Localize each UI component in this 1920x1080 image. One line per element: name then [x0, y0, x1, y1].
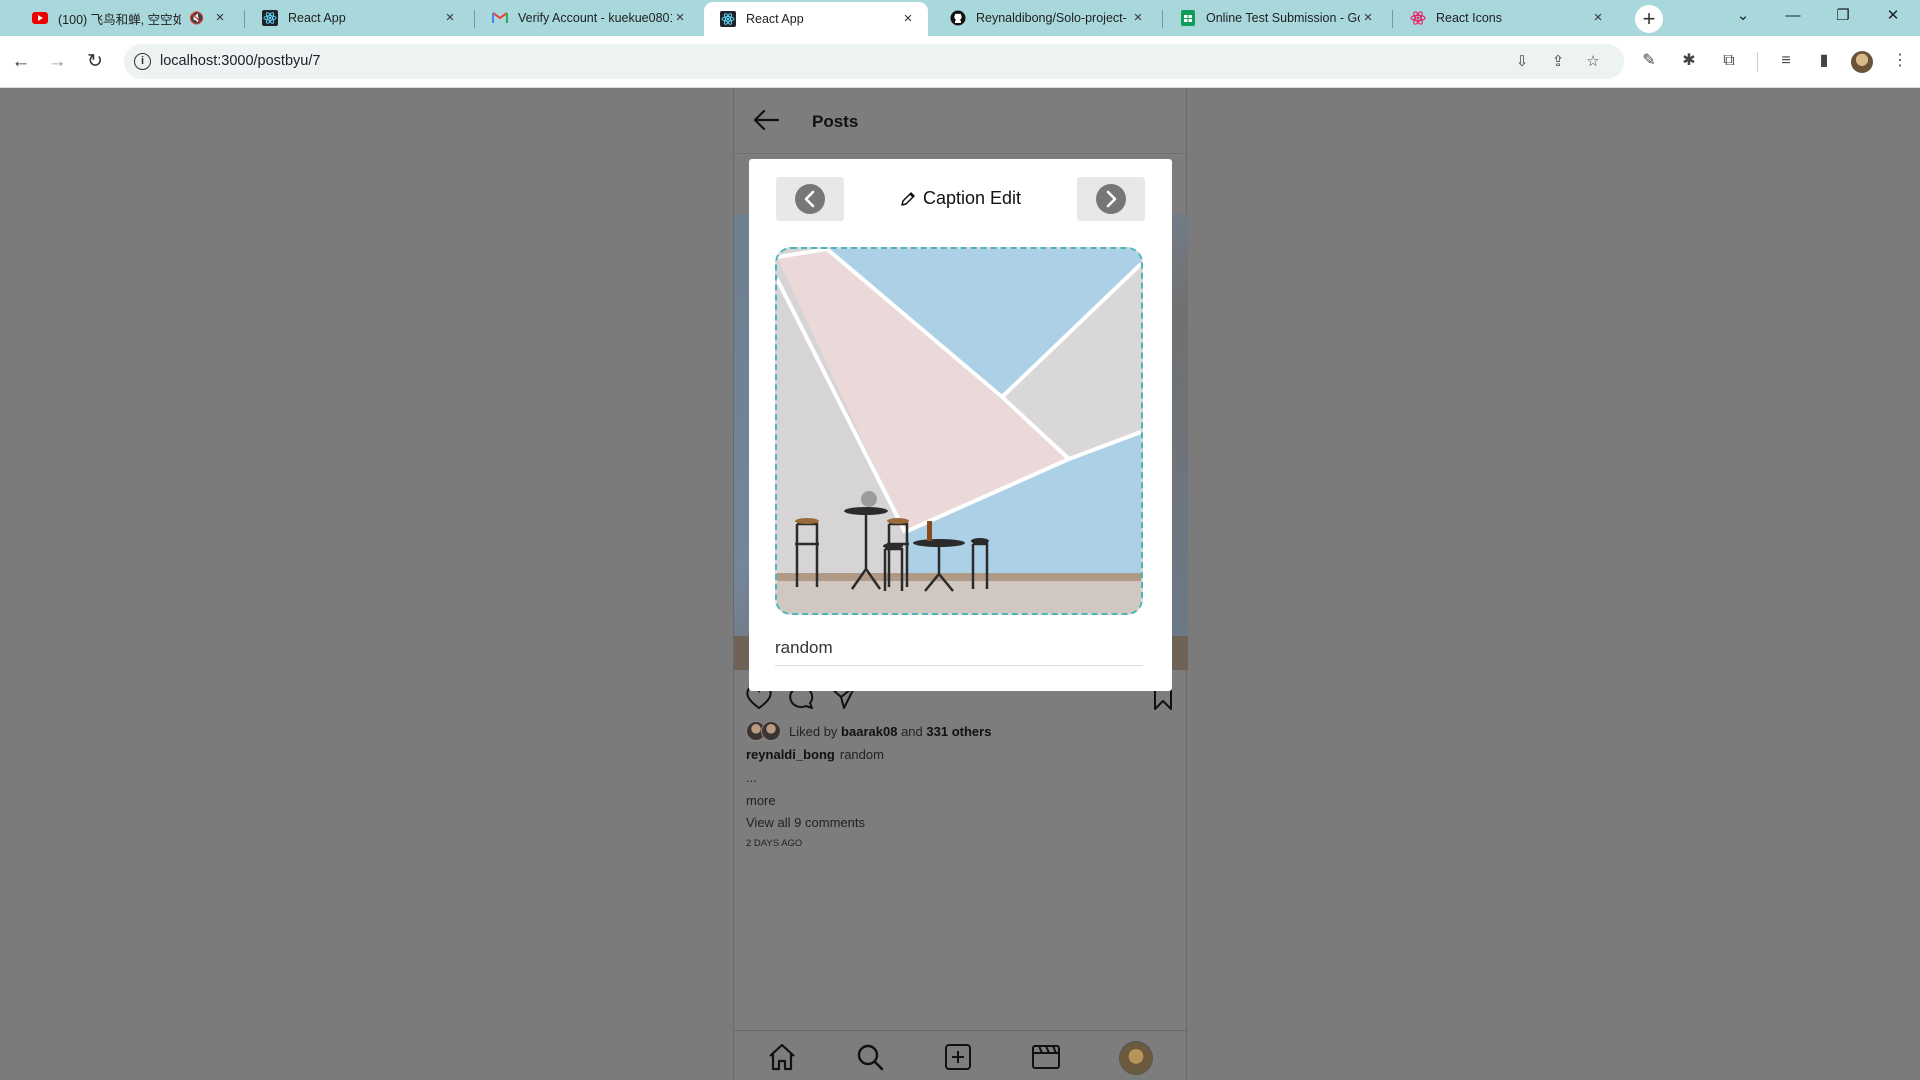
tab-strip: (100) 飞鸟和蝉, 空空如也 🔇 × React App × Verify …	[0, 0, 1920, 36]
menu-kebab-icon[interactable]: ⋮	[1888, 49, 1912, 73]
tab-title: React Icons	[1436, 11, 1503, 25]
site-info-icon[interactable]: i	[134, 53, 151, 70]
pencil-icon	[901, 191, 915, 206]
react-icon	[262, 10, 278, 26]
post-timestamp: 2 DAYS AGO	[746, 838, 803, 849]
close-icon[interactable]: ×	[442, 10, 458, 26]
profile-avatar[interactable]	[1119, 1041, 1153, 1075]
gmail-icon	[492, 10, 508, 26]
close-icon[interactable]: ×	[212, 10, 228, 26]
bookmark-star-icon[interactable]: ☆	[1584, 53, 1602, 71]
post-caption: reynaldi_bong random	[746, 747, 884, 762]
browser-toolbar: ← → ↻ i localhost:3000/postbyu/7 ⇩ ⇪ ☆ ✎…	[0, 36, 1920, 88]
github-icon	[950, 10, 966, 26]
tab-title: Online Test Submission - Go	[1206, 11, 1360, 25]
likes-row: Liked by baarak08 and 331 others	[746, 720, 991, 742]
close-icon[interactable]: ×	[672, 10, 688, 26]
app-header: Posts	[734, 88, 1188, 154]
modal-title-text: Caption Edit	[922, 188, 1022, 208]
tab-title: (100) 飞鸟和蝉, 空空如也	[58, 12, 182, 27]
caption-edit-modal: Caption Edit	[749, 159, 1172, 691]
back-arrow-icon[interactable]	[752, 108, 780, 132]
audio-icon[interactable]: 🔇	[189, 11, 204, 25]
share-icon[interactable]: ⇪	[1549, 53, 1567, 71]
eyedropper-icon[interactable]: ✎	[1637, 49, 1661, 73]
new-post-icon[interactable]	[942, 1041, 974, 1073]
page-title: Posts	[812, 112, 859, 131]
extensions-puzzle-icon[interactable]: ⧉	[1717, 49, 1741, 73]
tab-title: React App	[746, 12, 804, 26]
youtube-icon	[32, 10, 48, 26]
new-tab-button[interactable]: +	[1635, 5, 1663, 33]
caption-input[interactable]	[775, 630, 1143, 666]
chevron-right-icon	[1096, 184, 1126, 214]
url-text: localhost:3000/postbyu/7	[160, 53, 321, 69]
profile-avatar[interactable]	[1851, 51, 1873, 73]
caption-ellipsis: ...	[746, 770, 757, 785]
close-icon[interactable]: ×	[1130, 10, 1146, 26]
react-icons-icon	[1410, 10, 1426, 26]
forward-icon[interactable]: →	[43, 48, 71, 76]
tab-youtube[interactable]: (100) 飞鸟和蝉, 空空如也 🔇 ×	[16, 0, 240, 36]
tab-sheets[interactable]: Online Test Submission - Go ×	[1164, 0, 1388, 36]
next-button[interactable]	[1077, 177, 1145, 221]
minimize-icon[interactable]: —	[1770, 0, 1816, 32]
view-comments-link[interactable]: View all 9 comments	[746, 815, 865, 830]
tab-search-icon[interactable]: ⌄	[1720, 0, 1766, 32]
tab-github[interactable]: Reynaldibong/Solo-project- ×	[934, 0, 1158, 36]
media-control-icon[interactable]: ≡	[1774, 49, 1798, 73]
liked-by-user[interactable]: baarak08	[841, 724, 897, 739]
preview-image	[777, 249, 1141, 613]
tab-react-app-active[interactable]: React App ×	[704, 2, 928, 36]
extension-bug-icon[interactable]: ✱	[1677, 49, 1701, 73]
likes-others[interactable]: 331 others	[926, 724, 991, 739]
address-bar[interactable]: i localhost:3000/postbyu/7 ⇩ ⇪ ☆	[124, 44, 1624, 79]
avatar[interactable]	[761, 721, 781, 741]
close-icon[interactable]: ×	[1590, 10, 1606, 26]
close-icon[interactable]: ×	[1360, 10, 1376, 26]
tab-gmail[interactable]: Verify Account - kuekue0801 ×	[476, 0, 700, 36]
home-icon[interactable]	[766, 1041, 798, 1073]
side-panel-icon[interactable]: ▮	[1812, 49, 1836, 73]
sheets-icon	[1180, 10, 1196, 26]
search-icon[interactable]	[854, 1041, 886, 1073]
react-icon	[720, 11, 736, 27]
tab-react-icons[interactable]: React Icons ×	[1394, 0, 1618, 36]
likes-prefix: Liked by	[789, 723, 838, 739]
tab-title: Verify Account - kuekue0801	[518, 11, 672, 25]
more-link[interactable]: more	[746, 793, 776, 808]
install-app-icon[interactable]: ⇩	[1513, 53, 1531, 71]
back-icon[interactable]: ←	[7, 48, 35, 76]
likes-joiner: and	[901, 723, 923, 739]
caption-text: random	[839, 747, 884, 762]
caption-username[interactable]: reynaldi_bong	[746, 747, 835, 762]
bottom-nav	[734, 1030, 1188, 1080]
close-window-icon[interactable]: ✕	[1870, 0, 1916, 32]
tab-react-app[interactable]: React App ×	[246, 0, 470, 36]
reload-icon[interactable]: ↻	[81, 48, 109, 76]
reels-icon[interactable]	[1030, 1041, 1062, 1073]
restore-icon[interactable]: ❐	[1820, 0, 1866, 32]
tab-title: React App	[288, 11, 346, 25]
tab-title: Reynaldibong/Solo-project-	[976, 11, 1127, 25]
image-preview[interactable]	[775, 247, 1143, 615]
close-icon[interactable]: ×	[900, 11, 916, 27]
